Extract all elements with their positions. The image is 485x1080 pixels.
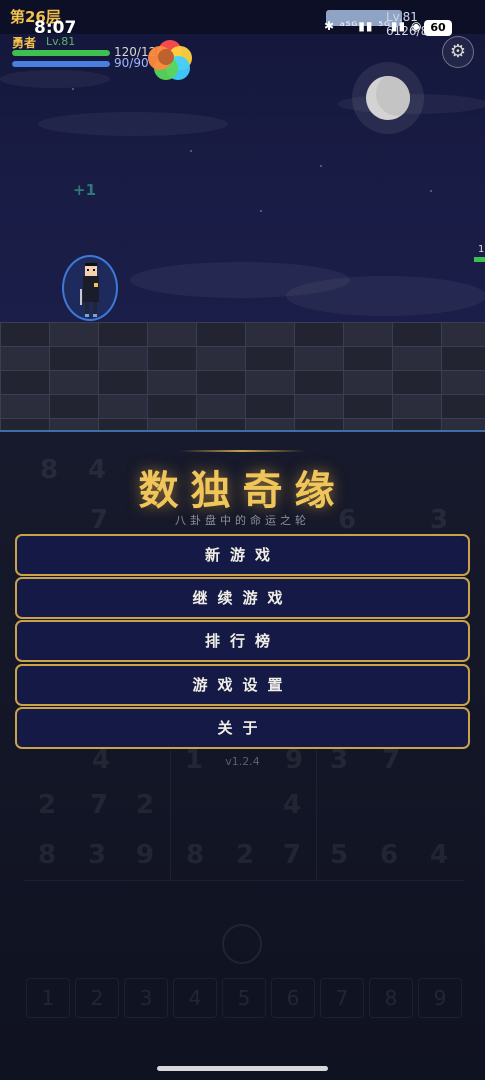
leaderboard-button[interactable]: 排行榜 <box>15 620 470 662</box>
battery-icon: 60 <box>424 20 452 36</box>
ground-tiles <box>0 322 485 432</box>
background-digit: 6 <box>380 840 399 870</box>
title-divider <box>180 450 305 452</box>
hero-level: Lv.81 <box>46 35 76 48</box>
hp-bar <box>12 50 110 56</box>
version-label: v1.2.4 <box>225 755 260 768</box>
continue-game-button[interactable]: 继续游戏 <box>15 577 470 619</box>
star <box>72 88 74 90</box>
background-keypad-key: 7 <box>320 978 364 1018</box>
signal-icons: ✱ ᵃ⁵ᴳ▮▮ ⁵ᴳ▮▮ ◉ <box>324 19 423 33</box>
game-settings-button[interactable]: 游戏设置 <box>15 664 470 706</box>
new-game-button[interactable]: 新游戏 <box>15 534 470 576</box>
hero-name: 勇者 <box>12 36 37 50</box>
background-digit: 8 <box>38 840 57 870</box>
star <box>260 210 262 212</box>
gain-popup: +1 <box>73 181 97 199</box>
cloud <box>38 112 228 136</box>
background-digit: 8 <box>186 840 205 870</box>
background-digit: 4 <box>430 840 449 870</box>
background-digit: 2 <box>236 840 255 870</box>
background-digit: 4 <box>283 790 302 820</box>
enemy-count: 1 <box>478 244 485 255</box>
background-digit: 9 <box>136 840 155 870</box>
mp-text: 90/90 <box>114 56 149 70</box>
star <box>430 190 432 192</box>
gear-icon: ⚙ <box>449 41 467 62</box>
mp-bar <box>12 61 110 67</box>
background-keypad-key: 1 <box>26 978 70 1018</box>
hero-sprite <box>80 263 99 317</box>
game-title: 数独奇缘 <box>138 468 347 514</box>
background-grid-line <box>24 880 464 881</box>
background-keypad-key: 9 <box>418 978 462 1018</box>
background-keypad-key: 8 <box>369 978 413 1018</box>
hp-bar-fill <box>12 50 110 56</box>
background-digit: 7 <box>90 790 109 820</box>
game-scene: 第26层 8:07 Lv.81 6126/8100 ✱ ᵃ⁵ᴳ▮▮ ⁵ᴳ▮▮ ◉… <box>0 0 485 432</box>
cloud <box>0 70 110 88</box>
cloud <box>286 276 485 316</box>
settings-button[interactable]: ⚙ <box>442 36 474 68</box>
background-keypad-key: 3 <box>124 978 168 1018</box>
color-orb-icon[interactable] <box>148 40 194 82</box>
background-grid-line <box>170 750 171 880</box>
moon-icon <box>366 76 410 120</box>
home-indicator[interactable] <box>157 1066 328 1071</box>
background-digit: 2 <box>136 790 155 820</box>
about-button[interactable]: 关于 <box>15 707 470 749</box>
background-keypad-key: 6 <box>271 978 315 1018</box>
background-grid-line <box>316 750 317 880</box>
background-undo-icon <box>222 924 262 964</box>
hero-character[interactable] <box>62 255 118 321</box>
background-keypad-key: 4 <box>173 978 217 1018</box>
background-digit: 3 <box>88 840 107 870</box>
background-digit: 7 <box>283 840 302 870</box>
mp-bar-fill <box>12 61 110 67</box>
background-digit: 2 <box>38 790 57 820</box>
star <box>190 150 192 152</box>
background-keypad-key: 5 <box>222 978 266 1018</box>
background-digit: 5 <box>330 840 349 870</box>
star <box>320 165 322 167</box>
background-keypad-key: 2 <box>75 978 119 1018</box>
enemy-hp-bar <box>474 257 485 262</box>
game-subtitle: 八卦盘中的命运之轮 <box>175 514 310 527</box>
